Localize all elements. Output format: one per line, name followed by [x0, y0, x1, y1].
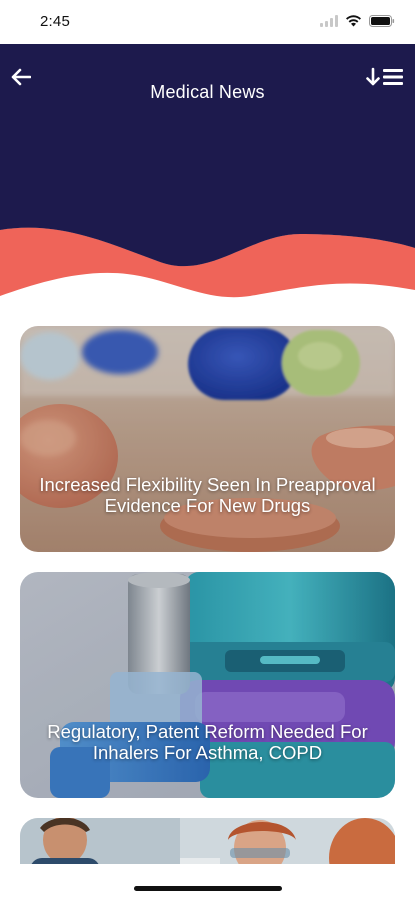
page-title: Medical News: [150, 82, 265, 102]
news-image-inhalers: [20, 572, 395, 798]
status-icons: [320, 14, 395, 32]
news-image-pills: [20, 326, 395, 552]
status-time: 2:45: [40, 13, 70, 30]
signal-icon: [320, 14, 338, 32]
sort-button[interactable]: [365, 66, 407, 92]
news-title: Increased Flexibility Seen In Preapprova…: [39, 474, 376, 516]
sort-descending-icon: [366, 67, 406, 92]
home-indicator[interactable]: [134, 886, 282, 891]
news-title: Regulatory, Patent Reform Needed For Inh…: [47, 721, 368, 763]
battery-icon: [369, 14, 395, 32]
news-card[interactable]: Increased Flexibility Seen In Preapprova…: [20, 326, 395, 552]
news-card[interactable]: Regulatory, Patent Reform Needed For Inh…: [20, 572, 395, 798]
wifi-icon: [345, 14, 362, 32]
bottom-safe-area: [0, 864, 415, 900]
status-bar: 2:45: [0, 0, 415, 44]
header: Medical News: [0, 44, 415, 300]
